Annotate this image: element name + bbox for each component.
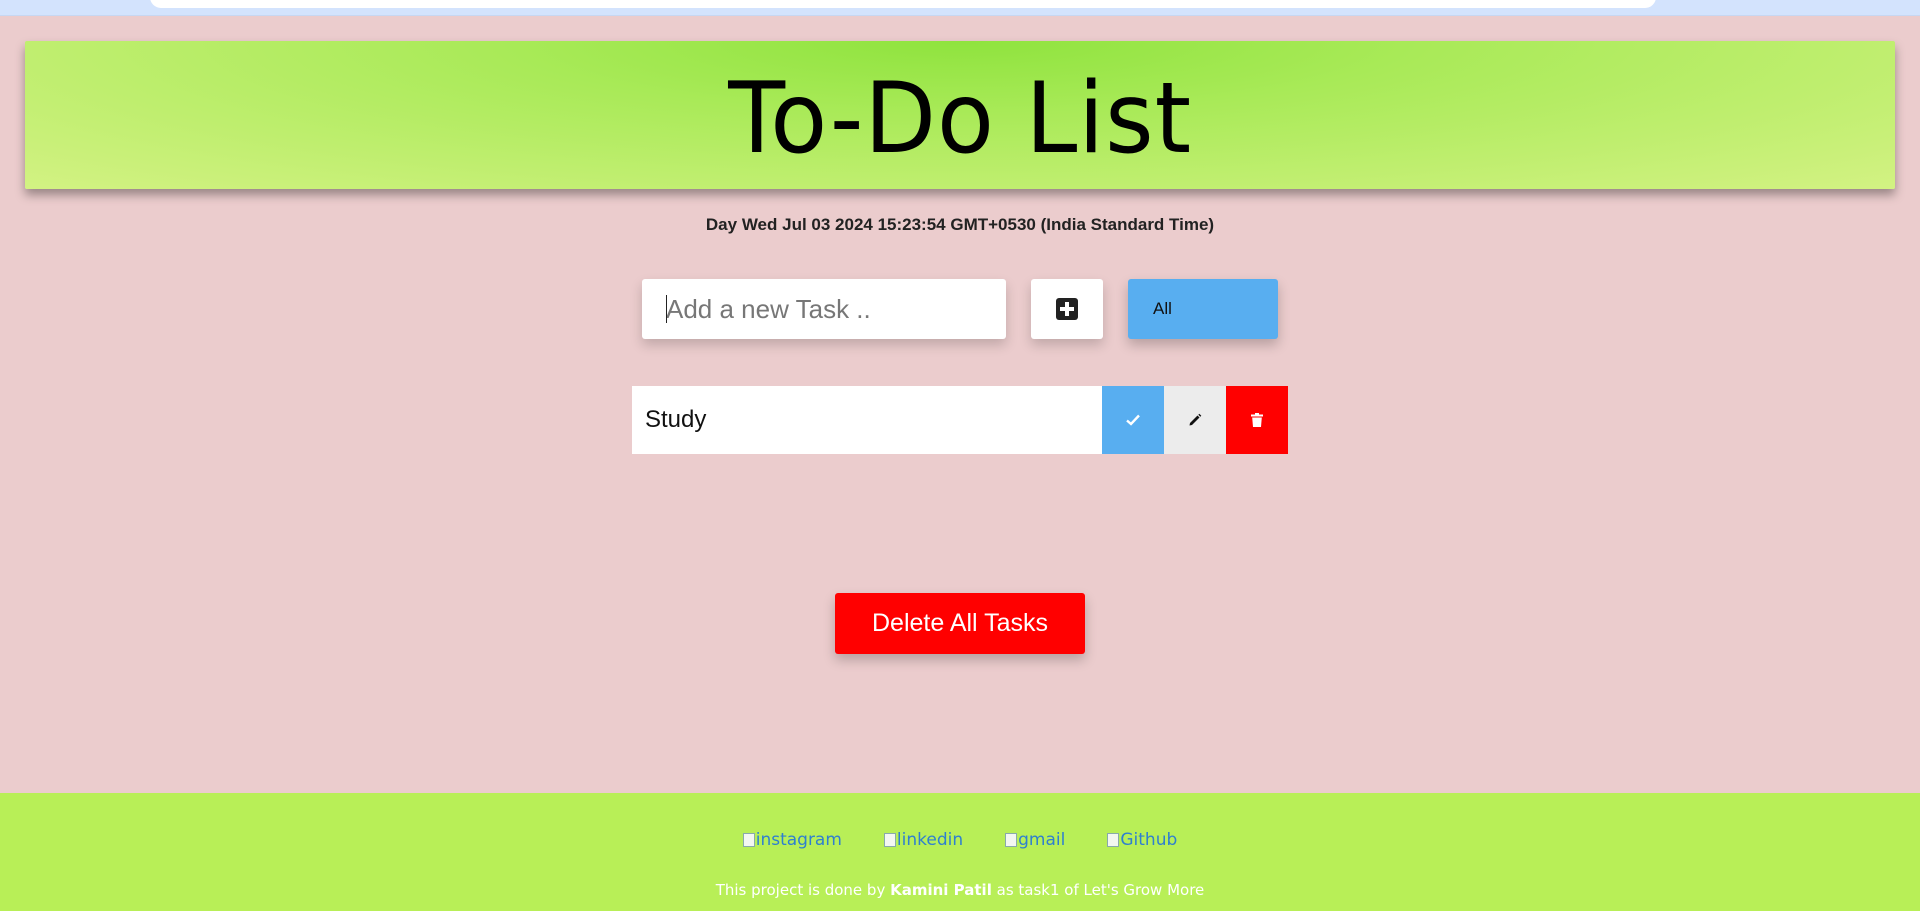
filter-dropdown[interactable]: All bbox=[1128, 279, 1278, 339]
broken-image-icon bbox=[742, 833, 755, 847]
credit-author: Kamini Patil bbox=[890, 881, 992, 899]
instagram-link[interactable]: instagram bbox=[742, 830, 842, 850]
linkedin-link[interactable]: linkedin bbox=[883, 830, 964, 850]
linkedin-alt-text: linkedin bbox=[896, 830, 964, 850]
address-bar[interactable] bbox=[150, 0, 1656, 8]
plus-square-icon bbox=[1056, 298, 1078, 320]
pencil-icon bbox=[1189, 413, 1202, 426]
current-datetime: Day Wed Jul 03 2024 15:23:54 GMT+0530 (I… bbox=[705, 215, 1215, 234]
edit-task-button[interactable] bbox=[1164, 386, 1226, 454]
add-task-button[interactable] bbox=[1031, 279, 1103, 339]
github-alt-text: Github bbox=[1120, 830, 1178, 850]
broken-image-icon bbox=[1107, 833, 1120, 847]
credit-prefix: This project is done by bbox=[715, 881, 886, 899]
gmail-alt-text: gmail bbox=[1018, 830, 1066, 850]
complete-task-button[interactable] bbox=[1102, 386, 1164, 454]
credit-suffix: as task1 of Let's Grow More bbox=[996, 881, 1205, 899]
new-task-input[interactable] bbox=[642, 279, 1006, 339]
text-caret bbox=[666, 295, 667, 323]
broken-image-icon bbox=[1005, 833, 1018, 847]
filter-selected-value: All bbox=[1153, 299, 1172, 318]
trash-icon bbox=[1251, 413, 1263, 427]
github-link[interactable]: Github bbox=[1107, 830, 1177, 850]
header-banner: To-Do List bbox=[25, 41, 1895, 189]
check-icon bbox=[1126, 414, 1140, 426]
page-title: To-Do List bbox=[728, 62, 1192, 176]
browser-toolbar-strip bbox=[0, 0, 1920, 16]
broken-image-icon bbox=[883, 833, 896, 847]
task-text: Study bbox=[632, 386, 1102, 454]
instagram-alt-text: instagram bbox=[755, 830, 842, 850]
footer-credit: This project is done by Kamini Patil as … bbox=[0, 881, 1920, 899]
task-item: Study bbox=[632, 386, 1288, 454]
delete-task-button[interactable] bbox=[1226, 386, 1288, 454]
delete-all-tasks-button[interactable]: Delete All Tasks bbox=[835, 593, 1085, 654]
gmail-link[interactable]: gmail bbox=[1005, 830, 1065, 850]
social-links: instagram linkedin gmail Github bbox=[0, 830, 1920, 850]
